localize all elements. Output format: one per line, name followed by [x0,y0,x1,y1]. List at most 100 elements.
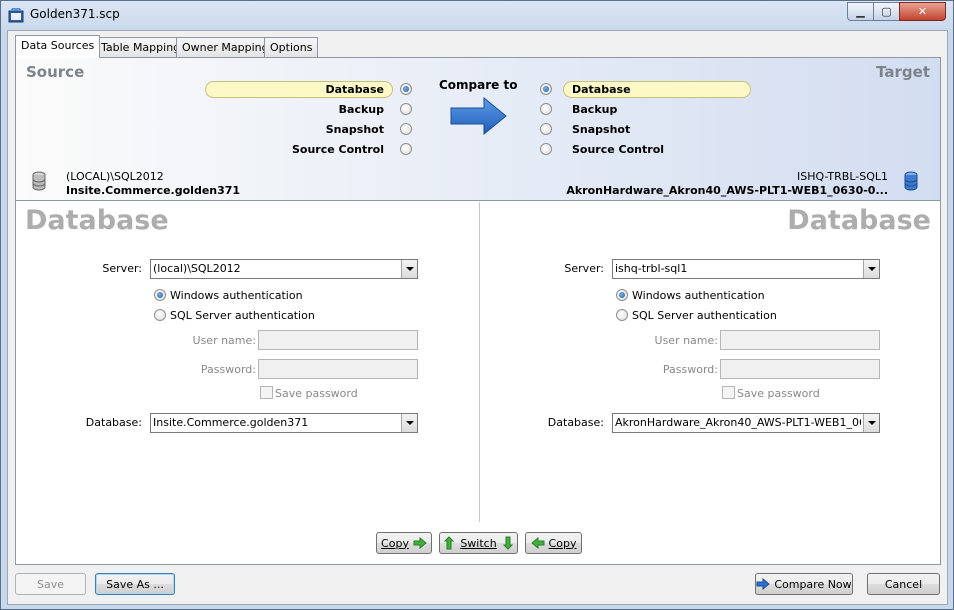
close-button[interactable]: ✕ [899,2,946,21]
target-title: Target [876,63,930,81]
switch-button[interactable]: Switch [439,532,518,554]
cancel-button[interactable]: Cancel [867,573,940,595]
compare-to-label: Compare to [439,78,518,92]
target-save-password-checkbox[interactable] [722,386,735,399]
copy-to-target-label: Copy [381,536,409,550]
target-radio-database[interactable] [540,83,552,95]
source-radio-database[interactable] [400,83,412,95]
source-database-value: Insite.Commerce.golden371 [153,416,309,429]
source-database-combo[interactable]: Insite.Commerce.golden371 [150,413,418,433]
minimize-icon: ▁ [856,5,865,18]
source-title: Source [26,63,85,81]
target-password-input[interactable] [720,359,880,379]
target-sql-auth-radio[interactable] [616,309,628,321]
arrow-left-icon [530,537,545,549]
save-as-button[interactable]: Save As ... [95,573,175,595]
source-radio-backup[interactable] [400,103,412,115]
maximize-icon: ▢ [881,5,892,18]
source-radio-source-control[interactable] [400,143,412,155]
cancel-button-label: Cancel [884,577,923,591]
source-option-source-control[interactable]: Source Control [292,143,384,156]
save-button-label: Save [36,577,64,591]
target-server-label: Server: [564,262,604,275]
target-server-summary: ISHQ-TRBL-SQL1 [796,170,888,183]
source-server-label: Server: [102,262,142,275]
data-sources-panel: Source Target Database Backup Snapshot S… [15,57,941,565]
copy-to-target-button[interactable]: Copy [376,532,432,554]
source-option-snapshot[interactable]: Snapshot [326,123,384,136]
maximize-button[interactable]: ▢ [873,2,900,21]
close-icon: ✕ [917,5,928,18]
target-option-source-control[interactable]: Source Control [572,143,664,156]
target-username-input[interactable] [720,330,880,350]
minimize-button[interactable]: ▁ [847,2,874,21]
target-password-label: Password: [662,363,718,376]
target-save-password-label: Save password [737,387,820,400]
chevron-down-icon[interactable] [401,414,417,432]
source-windows-auth-radio[interactable] [154,289,166,301]
target-username-label: User name: [654,334,718,347]
chevron-down-icon[interactable] [401,260,417,278]
source-save-password-checkbox[interactable] [260,386,273,399]
target-radio-source-control[interactable] [540,143,552,155]
source-option-database[interactable]: Database [325,83,384,96]
target-section-title: Database [787,205,931,236]
target-option-database[interactable]: Database [572,83,631,96]
target-database-icon [904,171,918,191]
target-radio-snapshot[interactable] [540,123,552,135]
tab-owner-mapping[interactable]: Owner Mapping [176,37,275,57]
target-server-combo[interactable]: ishq-trbl-sql1 [612,259,880,279]
chevron-down-icon[interactable] [863,414,879,432]
source-save-password-label: Save password [275,387,358,400]
switch-down-icon [502,536,513,550]
pane-divider [479,202,480,522]
source-radio-snapshot[interactable] [400,123,412,135]
target-database-summary: AkronHardware_Akron40_AWS-PLT1-WEB1_0630… [566,184,888,197]
save-button[interactable]: Save [15,573,86,595]
source-database-icon [32,171,46,191]
client-area: Data Sources Table Mapping Owner Mapping… [7,30,948,605]
target-windows-auth-radio[interactable] [616,289,628,301]
compare-arrow-icon [450,97,507,135]
source-server-value: (local)\SQL2012 [153,262,241,275]
compare-arrow-small-icon [756,578,771,590]
switch-up-icon [444,536,455,550]
source-section-title: Database [25,205,169,236]
source-username-label: User name: [192,334,256,347]
source-password-label: Password: [200,363,256,376]
source-password-input[interactable] [258,359,418,379]
copy-to-source-label: Copy [548,536,577,550]
source-windows-auth-label[interactable]: Windows authentication [170,289,303,302]
source-server-combo[interactable]: (local)\SQL2012 [150,259,418,279]
source-database-summary: Insite.Commerce.golden371 [66,184,241,197]
target-option-snapshot[interactable]: Snapshot [572,123,630,136]
comparison-header: Source Target Database Backup Snapshot S… [16,58,940,201]
target-database-label: Database: [547,416,604,429]
app-icon [8,8,24,23]
target-database-combo[interactable]: AkronHardware_Akron40_AWS-PLT1-WEB1_0630… [612,413,880,433]
chevron-down-icon[interactable] [863,260,879,278]
target-option-backup[interactable]: Backup [572,103,617,116]
source-option-backup[interactable]: Backup [339,103,384,116]
source-database-label: Database: [85,416,142,429]
source-sql-auth-label[interactable]: SQL Server authentication [170,309,315,322]
switch-label: Switch [460,536,497,550]
source-sql-auth-radio[interactable] [154,309,166,321]
title-bar[interactable]: Golden371.scp ▁ ▢ ✕ [1,1,953,29]
save-as-button-label: Save As ... [106,577,164,591]
arrow-right-icon [413,537,427,549]
copy-to-source-button[interactable]: Copy [525,532,582,554]
tab-options[interactable]: Options [264,37,319,57]
window-title: Golden371.scp [30,7,120,21]
application-window: Golden371.scp ▁ ▢ ✕ Data Sources Table M… [0,0,954,610]
compare-now-button[interactable]: Compare Now [755,573,853,595]
target-windows-auth-label[interactable]: Windows authentication [632,289,765,302]
target-sql-auth-label[interactable]: SQL Server authentication [632,309,777,322]
source-server-summary: (LOCAL)\SQL2012 [66,170,164,183]
tab-data-sources[interactable]: Data Sources [15,35,101,58]
tab-table-mapping[interactable]: Table Mapping [95,37,187,57]
target-radio-backup[interactable] [540,103,552,115]
source-username-input[interactable] [258,330,418,350]
target-database-value: AkronHardware_Akron40_AWS-PLT1-WEB1_0630… [615,416,861,429]
compare-now-label: Compare Now [774,577,852,591]
